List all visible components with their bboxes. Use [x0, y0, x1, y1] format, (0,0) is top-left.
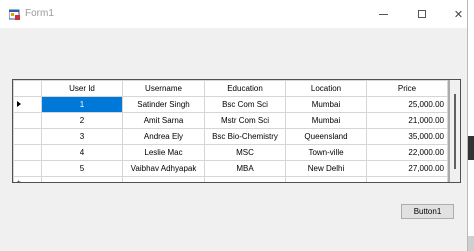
- current-row-arrow-icon: [17, 101, 21, 107]
- close-button[interactable]: ✕: [440, 0, 474, 28]
- new-row-icon: *: [17, 179, 21, 183]
- title-bar[interactable]: Form1 ✕: [0, 0, 467, 28]
- cell-username[interactable]: Amit Sarna: [122, 112, 205, 129]
- row-header[interactable]: [13, 160, 42, 177]
- minimize-icon: [379, 13, 388, 15]
- button1[interactable]: Button1: [401, 204, 454, 219]
- cell-user-id[interactable]: 4: [41, 144, 123, 161]
- cell-location[interactable]: Mumbai: [285, 112, 367, 129]
- close-icon: ✕: [453, 8, 464, 21]
- table-row[interactable]: 2 Amit Sarna Mstr Com Sci Mumbai 21,000.…: [13, 112, 448, 129]
- vertical-scrollbar[interactable]: [450, 80, 460, 182]
- cell-location[interactable]: Town-ville: [285, 144, 367, 161]
- header-row: User Id Username Education Location Pric…: [13, 80, 448, 97]
- table-row[interactable]: 3 Andrea Ely Bsc Bio-Chemistry Queenslan…: [13, 128, 448, 145]
- cell-username[interactable]: Leslie Mac: [122, 144, 205, 161]
- cell-user-id[interactable]: 1: [41, 96, 123, 113]
- cell-location[interactable]: Mumbai: [285, 96, 367, 113]
- cell-user-id[interactable]: 2: [41, 112, 123, 129]
- window-title: Form1: [25, 8, 54, 19]
- scrollbar-thumb[interactable]: [454, 94, 456, 169]
- row-header[interactable]: [13, 96, 42, 113]
- table-row[interactable]: 4 Leslie Mac MSC Town-ville 22,000.00: [13, 144, 448, 161]
- cell-education[interactable]: MSC: [204, 144, 286, 161]
- cell-price[interactable]: 35,000.00: [366, 128, 448, 145]
- row-header[interactable]: *: [13, 176, 42, 183]
- cell-education[interactable]: Bsc Com Sci: [204, 96, 286, 113]
- cell-username[interactable]: [122, 176, 205, 182]
- row-header[interactable]: [13, 144, 42, 161]
- cell-price[interactable]: 25,000.00: [366, 96, 448, 113]
- app-icon: [9, 9, 20, 20]
- table-row[interactable]: 5 Vaibhav Adhyapak MBA New Delhi 27,000.…: [13, 160, 448, 177]
- cell-username[interactable]: Satinder Singh: [122, 96, 205, 113]
- cell-price[interactable]: 22,000.00: [366, 144, 448, 161]
- form-window: Form1 ✕ User Id Username Education Locat…: [0, 0, 468, 251]
- cell-education[interactable]: [204, 176, 286, 182]
- cell-location[interactable]: [285, 176, 367, 182]
- cell-location[interactable]: New Delhi: [285, 160, 367, 177]
- maximize-icon: [417, 10, 426, 18]
- column-header-username[interactable]: Username: [122, 80, 205, 97]
- cell-education[interactable]: Mstr Com Sci: [204, 112, 286, 129]
- row-header[interactable]: [13, 112, 42, 129]
- row-header[interactable]: [13, 128, 42, 145]
- cell-price[interactable]: 27,000.00: [366, 160, 448, 177]
- maximize-button[interactable]: [403, 0, 440, 28]
- cell-location[interactable]: Queensland: [285, 128, 367, 145]
- cell-user-id[interactable]: 3: [41, 128, 123, 145]
- column-header-location[interactable]: Location: [285, 80, 367, 97]
- column-header-price[interactable]: Price: [366, 80, 448, 97]
- background-window-edge: [468, 136, 474, 160]
- corner-header[interactable]: [13, 80, 42, 97]
- cell-education[interactable]: Bsc Bio-Chemistry: [204, 128, 286, 145]
- cell-user-id[interactable]: 5: [41, 160, 123, 177]
- minimize-button[interactable]: [365, 0, 402, 28]
- table-row[interactable]: 1 Satinder Singh Bsc Com Sci Mumbai 25,0…: [13, 96, 448, 113]
- cell-user-id[interactable]: [41, 176, 123, 182]
- grid-table: User Id Username Education Location Pric…: [13, 80, 448, 183]
- column-header-user-id[interactable]: User Id: [41, 80, 123, 97]
- cell-username[interactable]: Vaibhav Adhyapak: [122, 160, 205, 177]
- cell-education[interactable]: MBA: [204, 160, 286, 177]
- column-header-education[interactable]: Education: [204, 80, 286, 97]
- data-grid[interactable]: User Id Username Education Location Pric…: [12, 79, 461, 183]
- cell-price[interactable]: [366, 176, 448, 182]
- cell-username[interactable]: Andrea Ely: [122, 128, 205, 145]
- background-window-edge: [468, 236, 474, 251]
- cell-price[interactable]: 21,000.00: [366, 112, 448, 129]
- new-row[interactable]: *: [13, 176, 448, 183]
